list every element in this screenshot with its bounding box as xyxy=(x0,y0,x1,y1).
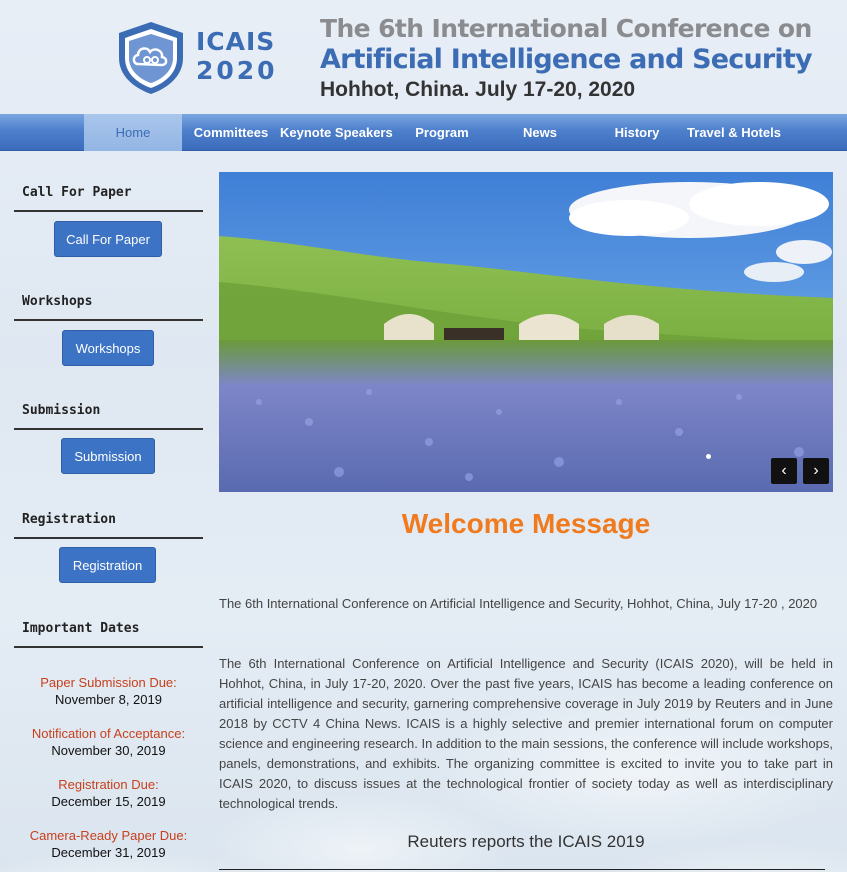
chevron-right-icon[interactable]: › xyxy=(803,458,829,484)
submission-button[interactable]: Submission xyxy=(61,438,155,474)
sidebar-heading-registration: Registration xyxy=(14,512,203,539)
sidebar-heading-call-for-paper: Call For Paper xyxy=(14,185,203,212)
grassland-yurt-photo xyxy=(219,172,833,492)
conference-title-line2: Artificial Intelligence and Security xyxy=(320,44,813,75)
nav-committees[interactable]: Committees xyxy=(182,114,280,151)
date-label-notification: Notification of Acceptance: xyxy=(31,726,186,741)
date-value-camera-ready: December 31, 2019 xyxy=(51,845,166,860)
nav-keynote-speakers[interactable]: Keynote Speakers xyxy=(280,114,393,151)
section-divider xyxy=(219,869,825,870)
carousel-indicator-dot[interactable] xyxy=(706,454,711,459)
logo-year: 2020 xyxy=(196,56,278,85)
hero-carousel xyxy=(219,172,833,492)
nav-news[interactable]: News xyxy=(492,114,588,151)
conference-title-line1: The 6th International Conference on xyxy=(320,14,812,43)
registration-button[interactable]: Registration xyxy=(59,547,156,583)
logo-name: ICAIS xyxy=(196,27,276,56)
reuters-heading: Reuters reports the ICAIS 2019 xyxy=(407,832,645,851)
conference-location-date: Hohhot, China. July 17-20, 2020 xyxy=(320,78,636,101)
sidebar: Call For Paper Call For Paper Workshops … xyxy=(0,151,215,872)
call-for-paper-button[interactable]: Call For Paper xyxy=(54,221,162,257)
date-label-camera-ready: Camera-Ready Paper Due: xyxy=(29,828,188,843)
welcome-title: Welcome Message xyxy=(401,508,651,539)
intro-text: The 6th International Conference on Arti… xyxy=(219,596,818,611)
date-value-registration: December 15, 2019 xyxy=(51,794,166,809)
sidebar-heading-important-dates: Important Dates xyxy=(14,621,203,648)
date-label-paper-submission: Paper Submission Due: xyxy=(40,675,177,690)
shield-logo-icon xyxy=(119,22,183,94)
site-header: ICAIS 2020 The 6th International Confere… xyxy=(0,0,847,114)
date-label-registration: Registration Due: xyxy=(58,777,159,792)
sidebar-heading-submission: Submission xyxy=(14,403,203,430)
workshops-button[interactable]: Workshops xyxy=(62,330,154,366)
nav-travel-hotels[interactable]: Travel & Hotels xyxy=(686,114,782,151)
logo-text: ICAIS 2020 xyxy=(196,28,296,86)
welcome-paragraph: The 6th International Conference on Arti… xyxy=(219,656,833,811)
nav-program[interactable]: Program xyxy=(392,114,492,151)
date-value-paper-submission: November 8, 2019 xyxy=(55,692,162,707)
sidebar-heading-workshops: Workshops xyxy=(14,294,203,321)
nav-home[interactable]: Home xyxy=(84,114,182,151)
nav-history[interactable]: History xyxy=(588,114,686,151)
main-nav: Home Committees Keynote Speakers Program… xyxy=(0,114,847,151)
chevron-left-icon[interactable]: ‹ xyxy=(771,458,797,484)
date-value-notification: November 30, 2019 xyxy=(51,743,166,758)
